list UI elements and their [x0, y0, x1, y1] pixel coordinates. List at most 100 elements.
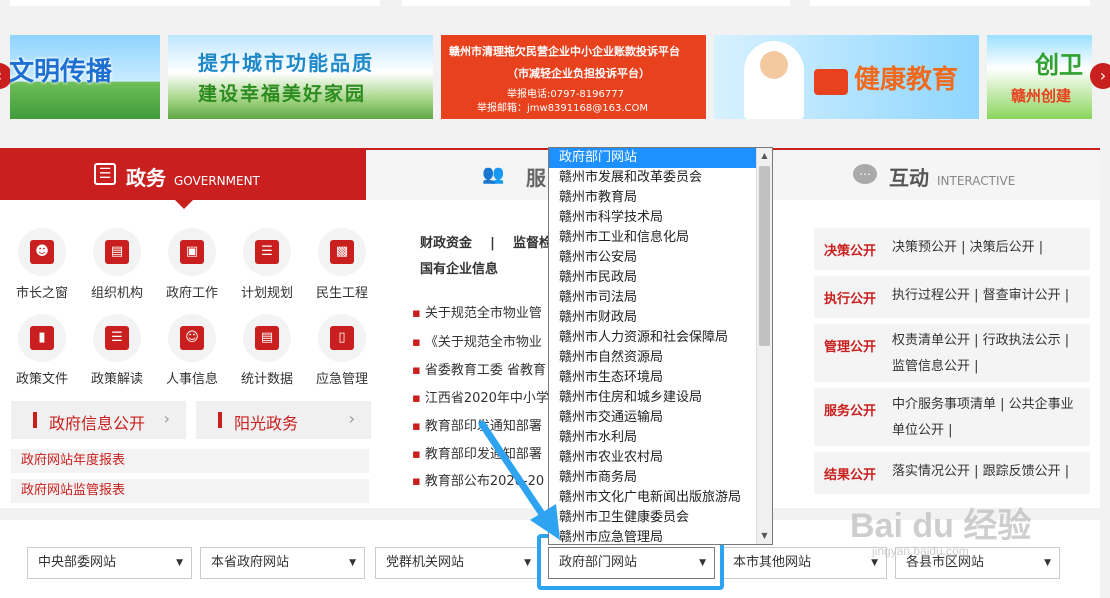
tab-finance-funds[interactable]: 财政资金: [420, 236, 472, 251]
dropdown-option[interactable]: 赣州市卫生健康委员会: [549, 508, 772, 528]
dropdown-option[interactable]: 赣州市应急管理局: [549, 528, 772, 544]
grid-item-mayor[interactable]: ☻ 市长之窗: [10, 228, 74, 301]
dropdown-option[interactable]: 赣州市教育局: [549, 188, 772, 208]
dropdown-option[interactable]: 赣州市民政局: [549, 268, 772, 288]
medical-kit-icon: [814, 69, 848, 95]
grid-item-personnel[interactable]: ☺ 人事信息: [160, 314, 224, 387]
bullet-icon: ▪: [412, 363, 421, 378]
chevron-right-icon: ›: [348, 409, 355, 428]
dropdown-option[interactable]: 赣州市自然资源局: [549, 348, 772, 368]
dropdown-option[interactable]: 赣州市住房和城乡建设局: [549, 388, 772, 408]
bullet-icon: ▪: [412, 391, 421, 406]
banner-civilization[interactable]: 文明传播: [10, 35, 160, 119]
tab-interactive-label: 互动: [889, 166, 929, 190]
person-icon: ☻: [18, 228, 66, 276]
grid-item-label: 民生工程: [315, 286, 368, 301]
watermark-url: jingyan.baidu.com: [872, 544, 969, 558]
gov-info-open-label: 政府信息公开: [49, 414, 146, 433]
scroll-thumb[interactable]: [759, 166, 770, 346]
dropdown-option[interactable]: 赣州市财政局: [549, 308, 772, 328]
grid-item-livelihood[interactable]: ▩ 民生工程: [310, 228, 374, 301]
carousel-next-button[interactable]: ›: [1090, 63, 1110, 89]
building-icon: ▤: [93, 228, 141, 276]
bullet-icon: ▪: [412, 419, 421, 434]
news-title: 教育部印发通知部署: [424, 447, 542, 462]
dropdown-option[interactable]: 赣州市商务局: [549, 468, 772, 488]
doctor-illustration: [744, 41, 804, 119]
bullet-icon: ▪: [412, 447, 421, 462]
scroll-up-icon[interactable]: ▲: [757, 148, 772, 164]
dropdown-option[interactable]: 赣州市科学技术局: [549, 208, 772, 228]
gov-info-open-button[interactable]: 政府信息公开 ›: [11, 401, 186, 439]
monitor-icon: ▤: [243, 314, 291, 362]
dropdown-option[interactable]: 政府部门网站: [549, 148, 772, 168]
id-card-icon: ☺: [168, 314, 216, 362]
select-value: 中央部委网站: [38, 555, 117, 570]
accent-bar: [218, 412, 222, 428]
central-ministry-select[interactable]: 中央部委网站 ▼: [27, 547, 192, 579]
scroll-down-icon[interactable]: ▼: [757, 528, 772, 544]
row-links[interactable]: 权责清单公开 | 行政执法公示 | 监管信息公开 |: [892, 328, 1084, 380]
row-links[interactable]: 执行过程公开 | 督查审计公开 |: [892, 283, 1084, 309]
province-gov-select[interactable]: 本省政府网站 ▼: [200, 547, 365, 579]
annual-report-link[interactable]: 政府网站年度报表: [11, 449, 369, 473]
banner-complaint-subtitle: （市减轻企业负担投诉平台）: [507, 67, 650, 80]
dropdown-option[interactable]: 赣州市水利局: [549, 428, 772, 448]
baidu-watermark: Bai du 经验 jingyan.baidu.com: [850, 498, 1060, 568]
news-title: 教育部印发通知部署: [424, 419, 542, 434]
tab-interactive[interactable]: ⋯ 互动 INTERACTIVE: [733, 150, 1100, 200]
banner-city-quality[interactable]: 提升城市功能品质 建设幸福美好家园: [168, 35, 433, 119]
row-links[interactable]: 中介服务事项清单 | 公共企事业单位公开 |: [892, 392, 1084, 444]
grid-item-organization[interactable]: ▤ 组织机构: [85, 228, 149, 301]
grid-item-planning[interactable]: ☰ 计划规划: [235, 228, 299, 301]
dropdown-option[interactable]: 赣州市文化广电新闻出版旅游局: [549, 488, 772, 508]
row-key: 服务公开: [824, 404, 877, 419]
tab-interactive-en: INTERACTIVE: [937, 174, 1016, 188]
tab-active-indicator: [175, 200, 193, 209]
grid-item-label: 市长之窗: [15, 286, 68, 301]
tab-government[interactable]: ☰ 政务 GOVERNMENT: [0, 150, 366, 209]
dropdown-option[interactable]: 赣州市交通运输局: [549, 408, 772, 428]
select-value: 党群机关网站: [386, 555, 465, 570]
grid-item-policy-files[interactable]: ▮ 政策文件: [10, 314, 74, 387]
dropdown-option[interactable]: 赣州市发展和改革委员会: [549, 168, 772, 188]
briefcase-icon: ▣: [168, 228, 216, 276]
row-key: 执行公开: [824, 292, 877, 307]
dropdown-option[interactable]: 赣州市工业和信息化局: [549, 228, 772, 248]
dropdown-option[interactable]: 赣州市农业农村局: [549, 448, 772, 468]
folder-icon: ▯: [318, 314, 366, 362]
document-icon: ☰: [93, 314, 141, 362]
monitor-report-link[interactable]: 政府网站监管报表: [11, 479, 369, 503]
grid-item-label: 政府工作: [165, 286, 218, 301]
banner-complaint-phone: 举报电话:0797-8196777: [507, 89, 624, 100]
execution-open-row: 执行公开 执行过程公开 | 督查审计公开 |: [814, 276, 1090, 318]
tab-service-label: 服: [526, 166, 546, 190]
news-title: 省委教育工委 省教育: [424, 363, 546, 378]
dropdown-option[interactable]: 赣州市公安局: [549, 248, 772, 268]
row-links[interactable]: 决策预公开 | 决策后公开 |: [892, 235, 1084, 261]
dropdown-arrow-icon: ▼: [524, 558, 531, 568]
banner-sanitation[interactable]: 创卫 赣州创建: [987, 35, 1092, 119]
gov-icon: ☰: [94, 163, 116, 185]
grid-item-label: 人事信息: [165, 372, 218, 387]
gov-dept-dropdown-list[interactable]: 政府部门网站 赣州市发展和改革委员会 赣州市教育局 赣州市科学技术局 赣州市工业和信息化…: [548, 147, 773, 545]
grid-item-statistics[interactable]: ▤ 统计数据: [235, 314, 299, 387]
grid-item-policy-interpretation[interactable]: ☰ 政策解读: [85, 314, 149, 387]
banner-health-education[interactable]: 健康教育: [714, 35, 979, 119]
tab-state-enterprise[interactable]: 国有企业信息: [420, 258, 498, 277]
row-key: 管理公开: [824, 340, 877, 355]
banner-complaint-platform[interactable]: 赣州市清理拖欠民营企业中小企业账款投诉平台 （市减轻企业负担投诉平台） 举报电话…: [441, 35, 706, 119]
dropdown-option[interactable]: 赣州市生态环境局: [549, 368, 772, 388]
grid-item-emergency[interactable]: ▯ 应急管理: [310, 314, 374, 387]
party-org-select[interactable]: 党群机关网站 ▼: [375, 547, 540, 579]
dropdown-option[interactable]: 赣州市司法局: [549, 288, 772, 308]
select-value: 本市其他网站: [733, 555, 812, 570]
chat-icon: ⋯: [853, 164, 877, 184]
sunshine-gov-button[interactable]: 阳光政务 ›: [196, 401, 371, 439]
grid-item-gov-work[interactable]: ▣ 政府工作: [160, 228, 224, 301]
row-links[interactable]: 落实情况公开 | 跟踪反馈公开 |: [892, 459, 1084, 485]
dropdown-option[interactable]: 赣州市人力资源和社会保障局: [549, 328, 772, 348]
top-cards-edge: [0, 0, 1110, 8]
dropdown-scrollbar[interactable]: ▲ ▼: [756, 148, 772, 544]
chevron-right-icon: ›: [163, 409, 170, 428]
